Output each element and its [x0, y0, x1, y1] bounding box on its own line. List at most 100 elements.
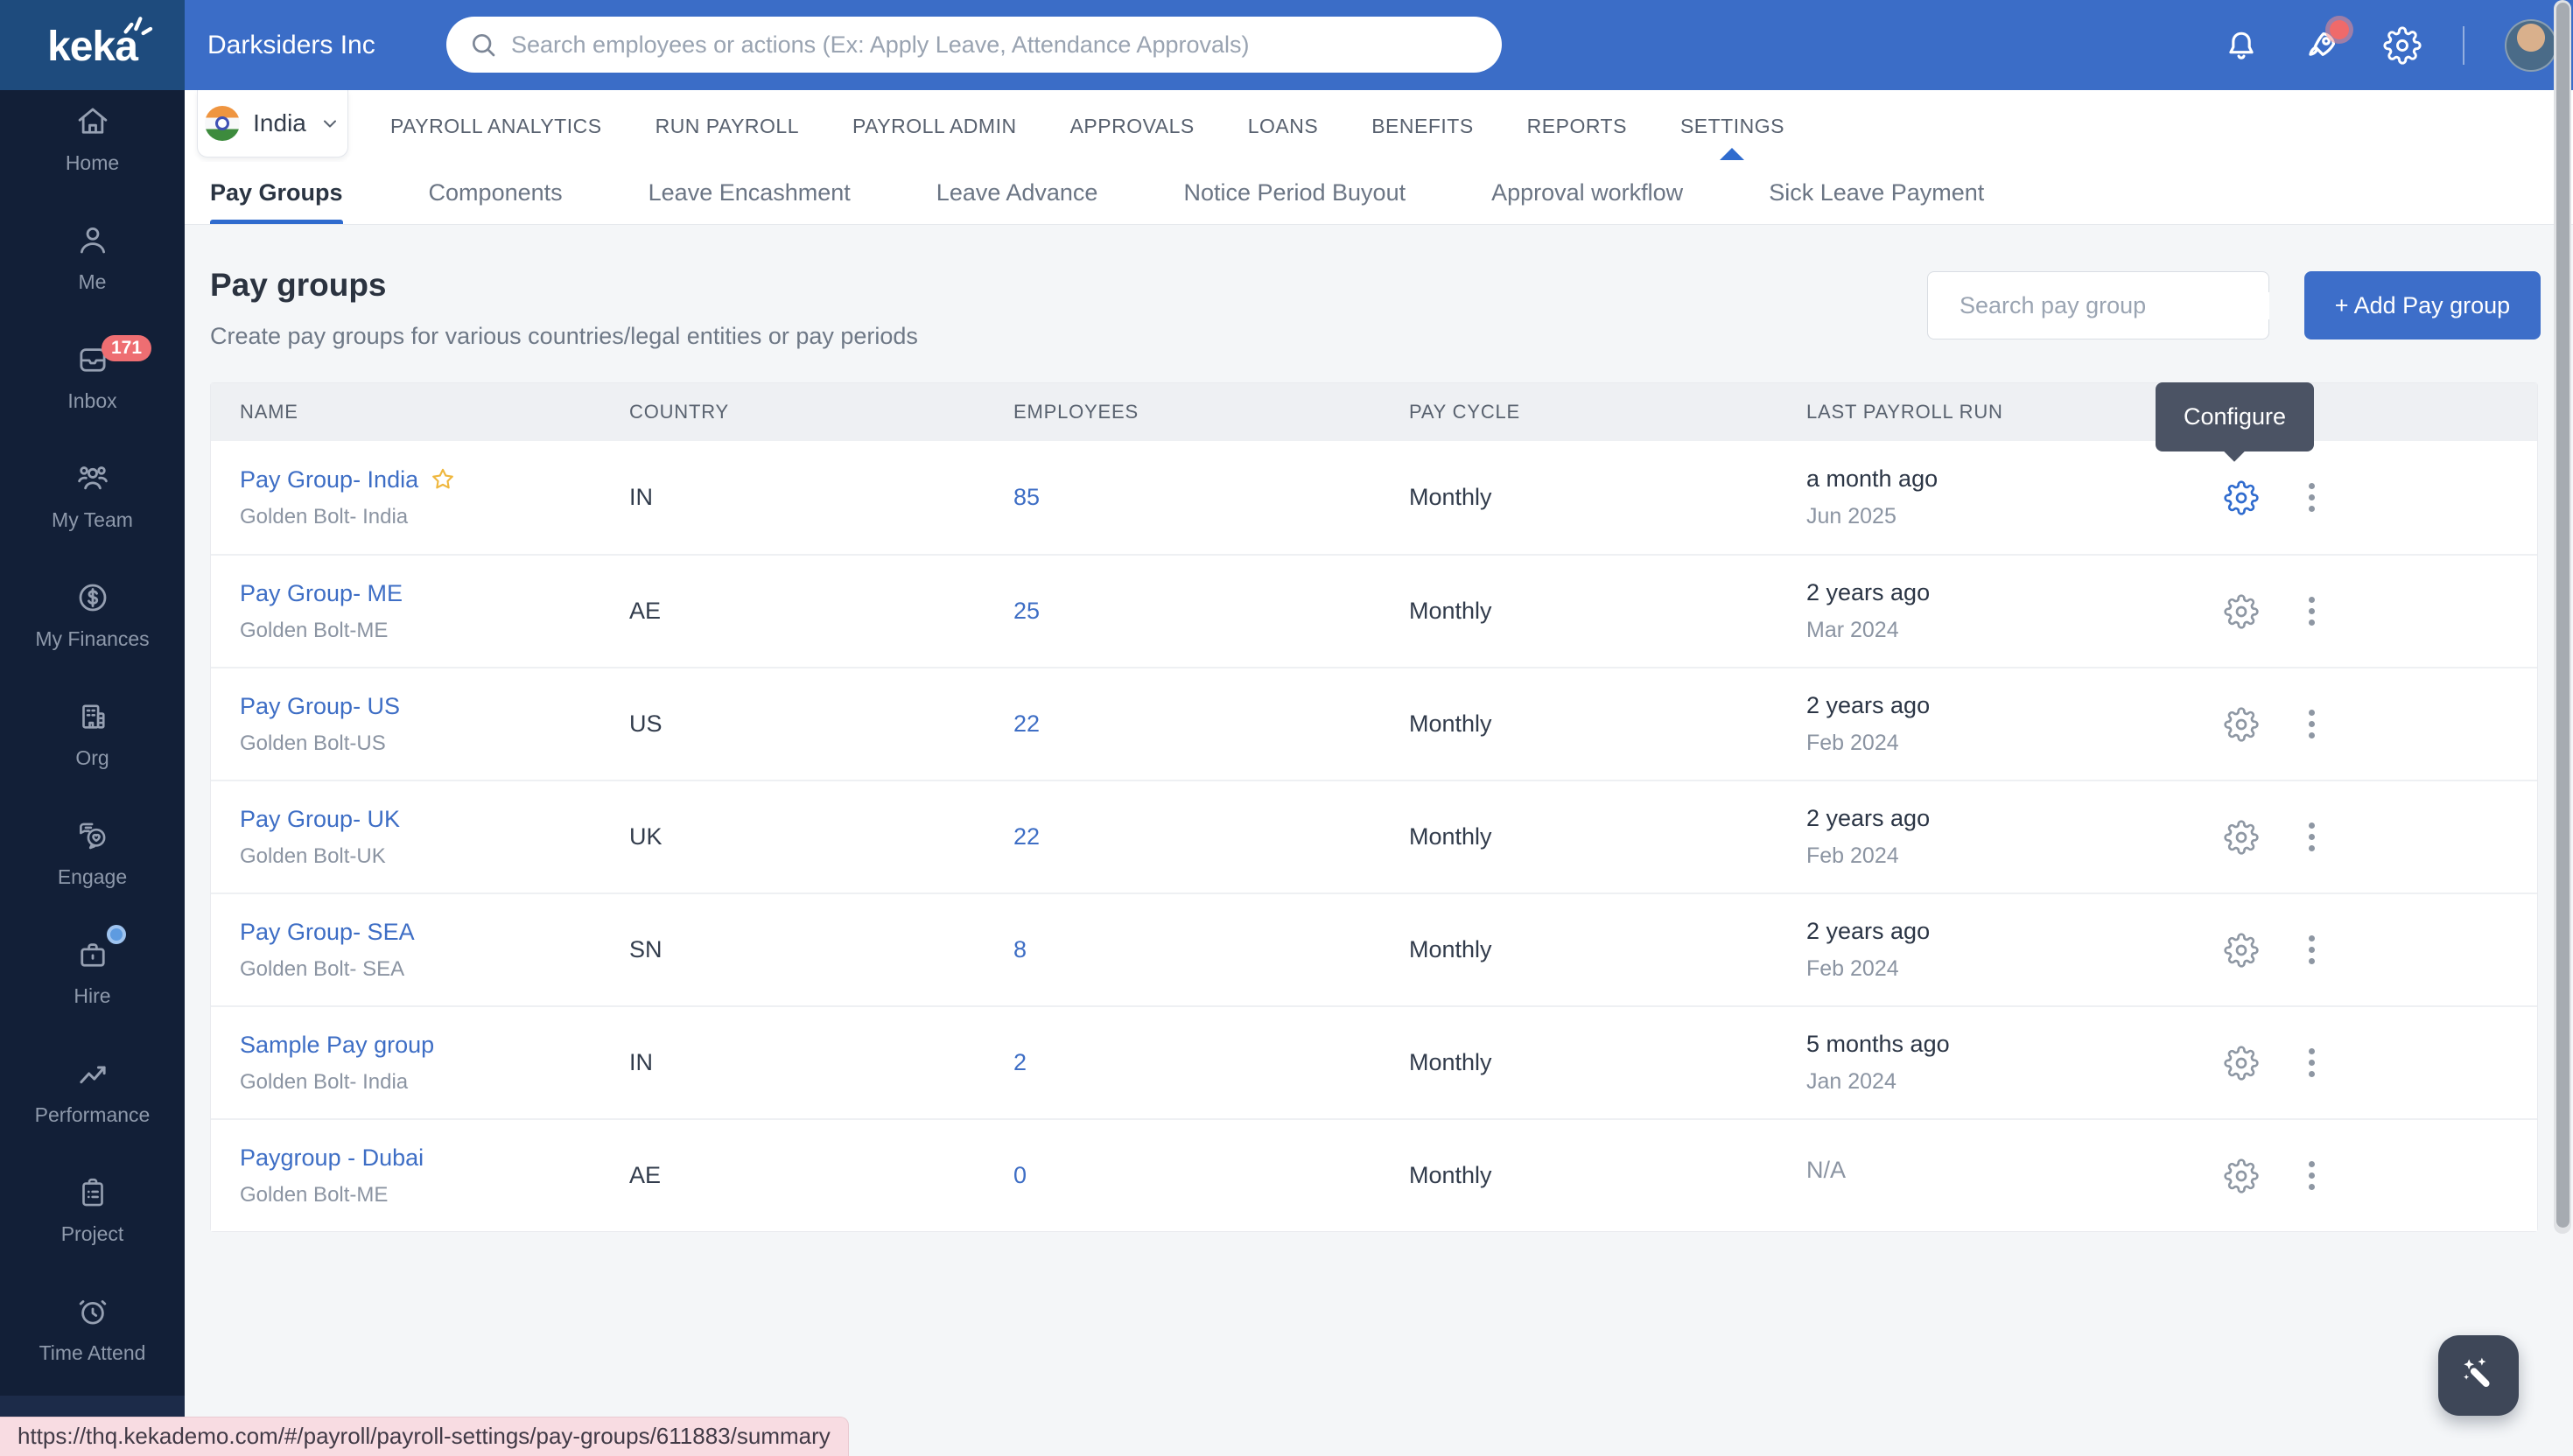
pay-group-link[interactable]: Pay Group- US — [240, 693, 400, 720]
sidebar-item-inbox[interactable]: 171 Inbox — [0, 328, 185, 447]
last-run-date: Feb 2024 — [1806, 956, 1899, 981]
tab-components[interactable]: Components — [429, 162, 563, 224]
col-name: NAME — [240, 401, 298, 423]
briefcase-icon — [74, 925, 126, 974]
configure-gear-button[interactable] — [2222, 705, 2261, 744]
star-icon[interactable] — [429, 466, 457, 494]
legal-entity-label: Golden Bolt-UK — [240, 844, 386, 868]
country-selector[interactable]: India — [197, 90, 348, 158]
hire-notification-dot — [106, 925, 126, 944]
nav-approvals[interactable]: APPROVALS — [1070, 90, 1195, 162]
employees-count-link[interactable]: 85 — [1013, 484, 1040, 510]
last-run-relative: 2 years ago — [1806, 579, 1931, 606]
nav-run-payroll[interactable]: RUN PAYROLL — [656, 90, 799, 162]
sidebar-item-label: Time Attend — [39, 1341, 146, 1364]
row-kebab-menu-button[interactable] — [2292, 1157, 2331, 1195]
tab-approval-workflow[interactable]: Approval workflow — [1491, 162, 1683, 224]
settings-gear-icon[interactable] — [2382, 25, 2422, 66]
keka-logo[interactable]: keka — [0, 0, 185, 90]
last-run-date: Mar 2024 — [1806, 618, 1899, 642]
sidebar-item-hire[interactable]: Hire — [0, 923, 185, 1042]
scrollbar-thumb[interactable] — [2556, 3, 2569, 1228]
tab-pay-groups[interactable]: Pay Groups — [210, 162, 343, 224]
sidebar-item-engage[interactable]: Engage — [0, 804, 185, 923]
pay-group-link[interactable]: Pay Group- India — [240, 466, 418, 494]
employees-count-link[interactable]: 22 — [1013, 823, 1040, 850]
logo-spark-icon — [123, 17, 153, 36]
configure-gear-button[interactable] — [2222, 931, 2261, 970]
sidebar-item-time-attend[interactable]: Time Attend — [0, 1280, 185, 1399]
configure-gear-button[interactable] — [2222, 592, 2261, 631]
nav-benefits[interactable]: BENEFITS — [1371, 90, 1473, 162]
row-kebab-menu-button[interactable] — [2292, 818, 2331, 857]
user-avatar[interactable] — [2505, 18, 2557, 72]
global-search-input[interactable] — [511, 31, 1479, 59]
sidebar-item-org[interactable]: Org — [0, 685, 185, 804]
pay-group-search[interactable] — [1927, 271, 2269, 340]
configure-gear-button[interactable] — [2222, 1044, 2261, 1082]
pay-group-search-input[interactable] — [1960, 291, 2269, 319]
sidebar-item-label: Org — [75, 746, 109, 769]
tab-notice-period-buyout[interactable]: Notice Period Buyout — [1183, 162, 1406, 224]
sidebar-item-performance[interactable]: Performance — [0, 1042, 185, 1161]
nav-payroll-admin[interactable]: PAYROLL ADMIN — [852, 90, 1017, 162]
whats-new-rocket-icon[interactable] — [2302, 19, 2349, 66]
pay-group-link[interactable]: Sample Pay group — [240, 1032, 434, 1059]
employees-count-link[interactable]: 22 — [1013, 710, 1040, 737]
add-pay-group-button[interactable]: + Add Pay group — [2304, 271, 2541, 340]
sidebar-item-label: My Finances — [35, 627, 150, 650]
legal-entity-label: Golden Bolt- India — [240, 1069, 409, 1094]
country-cell: AE — [629, 1162, 662, 1188]
pay-group-link[interactable]: Paygroup - Dubai — [240, 1144, 424, 1172]
settings-subtabs: Pay Groups Components Leave Encashment L… — [185, 162, 2573, 225]
pay-group-link[interactable]: Pay Group- SEA — [240, 919, 415, 946]
nav-loans[interactable]: LOANS — [1248, 90, 1318, 162]
last-run-relative: 2 years ago — [1806, 918, 1931, 944]
employees-count-link[interactable]: 8 — [1013, 936, 1027, 962]
magic-wand-fab[interactable] — [2438, 1335, 2519, 1416]
row-kebab-menu-button[interactable] — [2292, 931, 2331, 970]
row-kebab-menu-button[interactable] — [2292, 479, 2331, 517]
nav-reports[interactable]: REPORTS — [1527, 90, 1627, 162]
configure-gear-button[interactable] — [2222, 1157, 2261, 1195]
tab-leave-encashment[interactable]: Leave Encashment — [649, 162, 851, 224]
notifications-bell-icon[interactable] — [2221, 25, 2261, 66]
pay-cycle-cell: Monthly — [1409, 484, 1492, 510]
sidebar-item-project[interactable]: Project — [0, 1161, 185, 1280]
row-kebab-menu-button[interactable] — [2292, 705, 2331, 744]
configure-gear-button[interactable] — [2222, 818, 2261, 857]
sidebar-item-my-team[interactable]: My Team — [0, 447, 185, 566]
last-run-relative: a month ago — [1806, 466, 1939, 492]
configure-gear-button[interactable] — [2222, 479, 2261, 517]
payroll-module-nav: India PAYROLL ANALYTICS RUN PAYROLL PAYR… — [185, 90, 2573, 162]
row-kebab-menu-button[interactable] — [2292, 1044, 2331, 1082]
employees-count-link[interactable]: 25 — [1013, 598, 1040, 624]
sidebar-item-home[interactable]: Home — [0, 90, 185, 209]
country-cell: AE — [629, 598, 662, 624]
nav-settings[interactable]: SETTINGS — [1680, 90, 1784, 162]
pay-cycle-cell: Monthly — [1409, 598, 1492, 624]
nav-payroll-analytics[interactable]: PAYROLL ANALYTICS — [390, 90, 602, 162]
employees-count-link[interactable]: 0 — [1013, 1162, 1027, 1188]
tab-sick-leave-payment[interactable]: Sick Leave Payment — [1769, 162, 1984, 224]
global-search[interactable] — [446, 17, 1502, 73]
country-cell: US — [629, 710, 663, 737]
inbox-badge: 171 — [102, 335, 152, 361]
sidebar-item-me[interactable]: Me — [0, 209, 185, 328]
country-cell: IN — [629, 484, 653, 510]
company-name: Darksiders Inc — [207, 30, 375, 60]
sidebar-item-label: Home — [65, 151, 120, 174]
row-kebab-menu-button[interactable] — [2292, 592, 2331, 631]
employees-count-link[interactable]: 2 — [1013, 1049, 1027, 1075]
table-header: NAME COUNTRY EMPLOYEES PAY CYCLE LAST PA… — [211, 383, 2537, 441]
pay-group-link[interactable]: Pay Group- ME — [240, 580, 403, 607]
tab-leave-advance[interactable]: Leave Advance — [936, 162, 1098, 224]
table-row: Pay Group- ME Golden Bolt-ME AE 25 Month… — [211, 554, 2537, 667]
app-header: keka Darksiders Inc — [0, 0, 2573, 90]
chevron-down-icon — [323, 120, 336, 128]
sidebar-item-my-finances[interactable]: My Finances — [0, 566, 185, 685]
pay-group-link[interactable]: Pay Group- UK — [240, 806, 400, 833]
col-last-payroll-run: LAST PAYROLL RUN — [1806, 401, 2003, 423]
sidebar-item-label: My Team — [52, 508, 133, 531]
legal-entity-label: Golden Bolt-ME — [240, 618, 389, 642]
